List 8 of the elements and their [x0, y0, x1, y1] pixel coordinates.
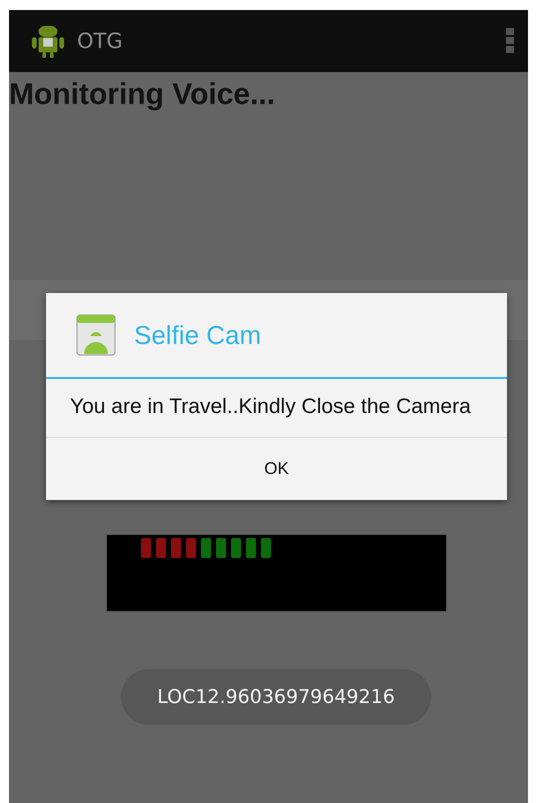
- dialog-message: You are in Travel..Kindly Close the Camera: [46, 379, 507, 438]
- toast-message: LOC12.96036979649216: [121, 669, 431, 725]
- overflow-menu-icon[interactable]: [506, 28, 514, 54]
- app-title: OTG: [77, 29, 124, 53]
- dialog-title: Selfie Cam: [134, 320, 262, 350]
- ok-button[interactable]: OK: [46, 438, 507, 500]
- app-icon: [76, 314, 116, 356]
- status-heading: Monitoring Voice...: [9, 77, 276, 112]
